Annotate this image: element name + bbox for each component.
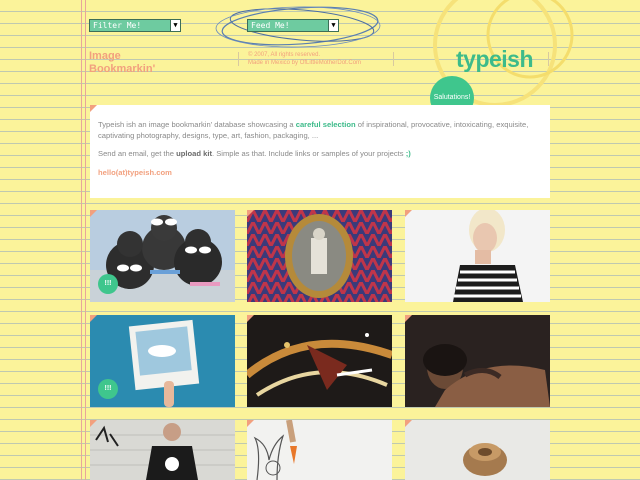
thumb-wooden-object[interactable] xyxy=(405,420,550,480)
corner-tab xyxy=(90,420,97,427)
tagline: Image Bookmarkin' xyxy=(89,50,156,75)
careful-selection-link[interactable]: careful selection xyxy=(296,120,356,129)
new-badge: !!! xyxy=(98,379,118,399)
corner-tab xyxy=(405,210,412,217)
divider xyxy=(238,52,239,66)
thumb-image xyxy=(247,210,392,302)
thumb-image xyxy=(405,315,550,407)
corner-tab xyxy=(405,315,412,322)
intro-upload: Send an email, get the upload kit. Simpl… xyxy=(98,149,542,160)
intro-description: Typeish ish an image bookmarkin' databas… xyxy=(98,120,542,141)
thumb-abstract-sneaker-art[interactable] xyxy=(247,315,392,407)
intro-text: Send an email, get the xyxy=(98,149,177,158)
thumb-image xyxy=(405,420,550,480)
corner-tab xyxy=(247,420,254,427)
intro-panel: Typeish ish an image bookmarkin' databas… xyxy=(90,105,550,198)
upload-kit-text: upload kit xyxy=(176,149,212,158)
thumb-image xyxy=(90,420,235,480)
smiley: ;) xyxy=(405,149,411,158)
feed-select-label: Feed Me! xyxy=(251,21,290,30)
filter-select-label: Filter Me! xyxy=(93,21,142,30)
logo[interactable]: typeish xyxy=(456,46,534,73)
corner-tab xyxy=(247,210,254,217)
feed-select[interactable]: Feed Me! ▼ xyxy=(247,19,339,32)
corner-tab xyxy=(90,210,97,217)
copyright-credit-link[interactable]: Made in Mexico by OfLittleMotherDot.Com xyxy=(248,59,388,67)
thumb-poodles-sunglasses[interactable]: !!! xyxy=(90,210,235,302)
divider xyxy=(548,52,549,66)
thumb-graffiti-man[interactable] xyxy=(90,420,235,480)
thumb-tattooed-woman[interactable] xyxy=(405,315,550,407)
thumb-image xyxy=(247,315,392,407)
thumb-image xyxy=(247,420,392,480)
intro-text: . Simple as that. Include links or sampl… xyxy=(211,149,406,158)
corner-tab xyxy=(405,420,412,427)
chevron-down-icon: ▼ xyxy=(328,20,338,31)
intro-text: Typeish ish an image bookmarkin' databas… xyxy=(98,120,296,129)
divider xyxy=(393,52,394,66)
thumb-woman-striped-top[interactable] xyxy=(405,210,550,302)
corner-tab xyxy=(247,315,254,322)
thumb-image xyxy=(405,210,550,302)
corner-tab xyxy=(90,105,97,112)
copyright-line: © 2007, All rights reserved. xyxy=(248,52,321,58)
thumb-framed-vintage-photo[interactable] xyxy=(247,210,392,302)
thumb-bunny-carrot-drawing[interactable] xyxy=(247,420,392,480)
copyright: © 2007, All rights reserved. Made in Mex… xyxy=(248,51,388,67)
thumb-polaroid-sky[interactable]: !!! xyxy=(90,315,235,407)
email-link[interactable]: hello(at)typeish.com xyxy=(98,168,542,179)
new-badge: !!! xyxy=(98,274,118,294)
filter-select[interactable]: Filter Me! ▼ xyxy=(89,19,181,32)
chevron-down-icon: ▼ xyxy=(170,20,180,31)
corner-tab xyxy=(90,315,97,322)
